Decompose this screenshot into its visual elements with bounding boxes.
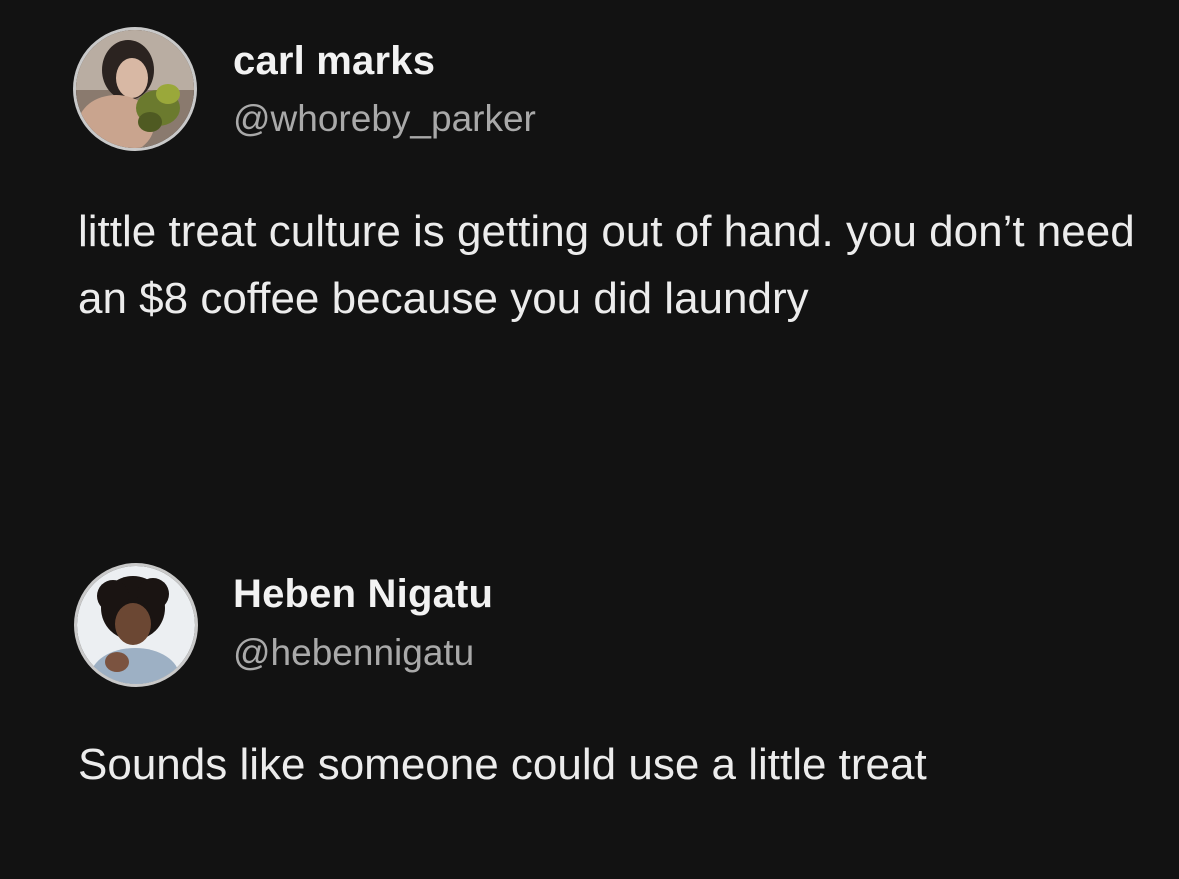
user-handle[interactable]: @whoreby_parker (233, 98, 536, 140)
user-handle[interactable]: @hebennigatu (233, 632, 474, 674)
display-name[interactable]: Heben Nigatu (233, 572, 493, 617)
post-text: little treat culture is getting out of h… (78, 207, 1135, 323)
post-text: Sounds like someone could use a little t… (78, 740, 927, 789)
profile-photo-icon (76, 30, 194, 148)
display-name[interactable]: carl marks (233, 39, 435, 84)
avatar[interactable] (77, 566, 195, 684)
profile-photo-icon (77, 566, 195, 684)
avatar[interactable] (76, 30, 194, 148)
